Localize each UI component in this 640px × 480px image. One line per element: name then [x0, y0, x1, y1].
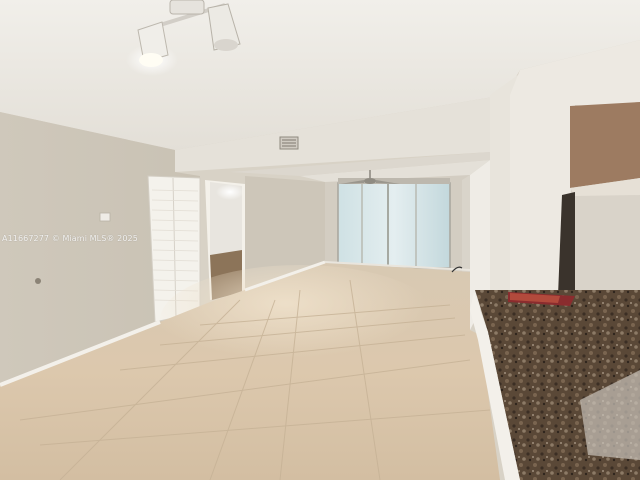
- sliding-glass-door: [337, 182, 451, 269]
- kitchen-cabinet: [570, 102, 640, 188]
- mls-watermark: A11667277 © Miami MLS® 2025: [2, 234, 138, 243]
- wall-outlet: [35, 278, 41, 284]
- room-photo: A11667277 © Miami MLS® 2025: [0, 0, 640, 480]
- thermostat: [99, 212, 111, 222]
